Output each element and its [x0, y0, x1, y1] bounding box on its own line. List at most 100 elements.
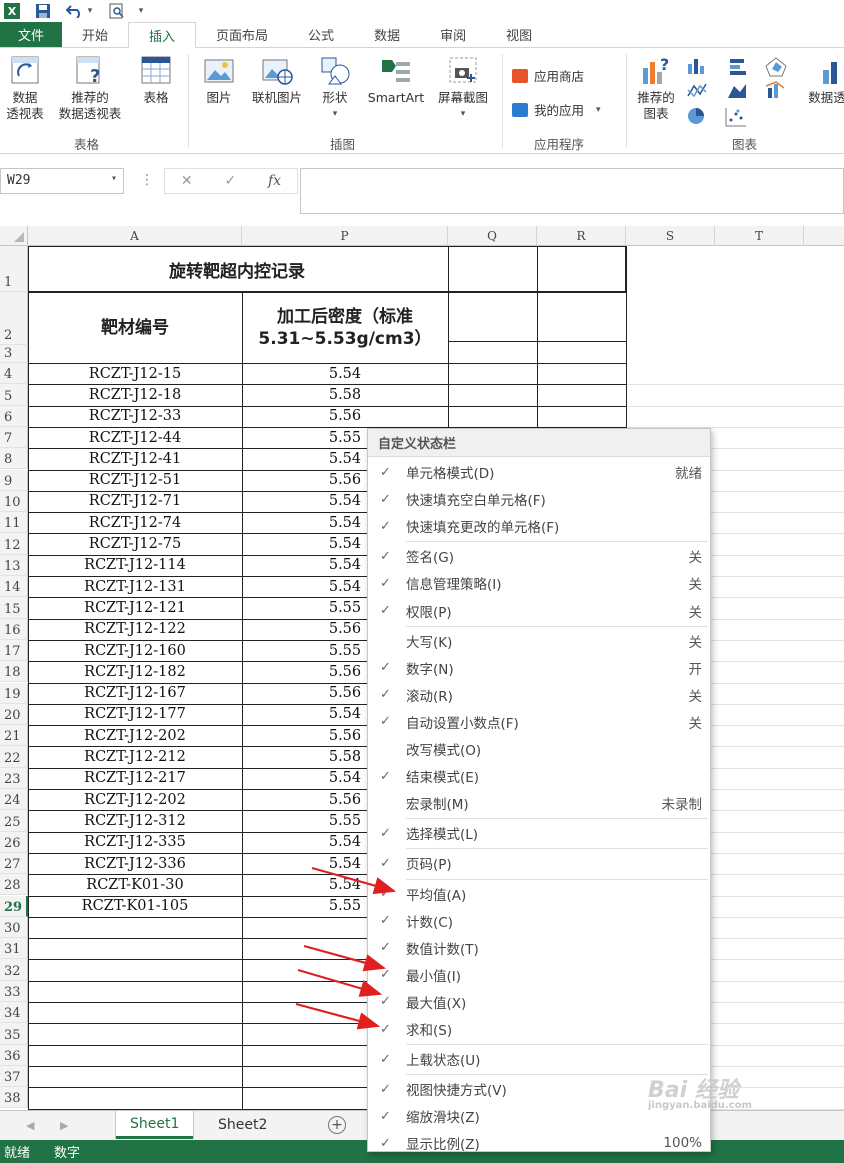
header-cell-density[interactable]: 加工后密度（标准 5.31~5.53g/cm3）: [242, 292, 448, 363]
sheet-tab-1[interactable]: Sheet1: [116, 1111, 194, 1139]
header-cell-target-id[interactable]: 靶材编号: [28, 292, 242, 363]
name-box[interactable]: W29 ▾: [0, 168, 124, 194]
menu-item[interactable]: ✓ 平均值(A): [368, 881, 710, 907]
cell-target-id[interactable]: RCZT-J12-44: [28, 427, 242, 448]
insert-function-icon[interactable]: fx: [268, 173, 281, 189]
cell-target-id[interactable]: RCZT-J12-131: [28, 576, 242, 597]
cell-target-id[interactable]: RCZT-J12-122: [28, 619, 242, 640]
sheet-tab-2[interactable]: Sheet2: [204, 1111, 281, 1139]
recommended-pivot-button[interactable]: ? 推荐的 数据透视表: [52, 54, 128, 122]
row-header[interactable]: 32: [0, 959, 28, 981]
menu-item[interactable]: ✓ 最小值(I): [368, 962, 710, 988]
sheet-prev-icon[interactable]: ◀: [26, 1119, 34, 1132]
menu-item[interactable]: ✓ 快速填充更改的单元格(F): [368, 513, 710, 539]
row-header[interactable]: 18: [0, 661, 28, 683]
menu-item[interactable]: 大写(K) 关: [368, 628, 710, 654]
customize-qat-icon[interactable]: ▾: [132, 2, 150, 20]
menu-item[interactable]: ✓ 结束模式(E): [368, 763, 710, 789]
row-header[interactable]: 7: [0, 426, 28, 449]
row-header[interactable]: 25: [0, 810, 28, 832]
menu-item[interactable]: ✓ 签名(G) 关: [368, 543, 710, 569]
cell-density[interactable]: 5.58: [242, 384, 448, 405]
formula-bar-handle-icon[interactable]: ⋮: [140, 172, 154, 188]
cell-target-id[interactable]: RCZT-J12-75: [28, 533, 242, 554]
menu-item[interactable]: ✓ 求和(S): [368, 1016, 710, 1042]
app-store-button[interactable]: 应用商店: [512, 66, 584, 85]
row-header-3[interactable]: 3: [0, 345, 28, 363]
tab-home[interactable]: 开始: [62, 22, 128, 47]
row-header-1[interactable]: 1: [0, 246, 28, 292]
sheet-next-icon[interactable]: ▶: [60, 1119, 68, 1132]
menu-item[interactable]: ✓ 选择模式(L): [368, 820, 710, 846]
cell-target-id[interactable]: RCZT-J12-15: [28, 363, 242, 384]
print-preview-icon[interactable]: [108, 2, 126, 20]
menu-item[interactable]: ✓ 数字(N) 开: [368, 655, 710, 681]
cell-target-id[interactable]: RCZT-J12-202: [28, 789, 242, 810]
picture-button[interactable]: 图片: [200, 54, 238, 106]
online-picture-button[interactable]: 联机图片: [246, 54, 308, 106]
cell-target-id[interactable]: RCZT-K01-30: [28, 874, 242, 895]
screenshot-button[interactable]: 屏幕截图 ▾: [432, 54, 494, 122]
cell-target-id[interactable]: RCZT-J12-167: [28, 683, 242, 704]
menu-item[interactable]: ✓ 上载状态(U): [368, 1046, 710, 1072]
column-header-a[interactable]: A: [28, 226, 242, 246]
tab-insert[interactable]: 插入: [128, 22, 197, 48]
cell-target-id[interactable]: RCZT-J12-18: [28, 384, 242, 405]
row-header[interactable]: 14: [0, 576, 28, 598]
cell-target-id[interactable]: RCZT-J12-202: [28, 725, 242, 746]
menu-item[interactable]: ✓ 权限(P) 关: [368, 598, 710, 624]
cell-target-id[interactable]: RCZT-J12-114: [28, 555, 242, 576]
column-header-q[interactable]: Q: [448, 226, 537, 246]
row-header-2[interactable]: 2: [0, 292, 28, 345]
column-header-p[interactable]: P: [242, 226, 448, 246]
row-header[interactable]: 33: [0, 980, 28, 1002]
save-icon[interactable]: [34, 2, 52, 20]
cell-target-id[interactable]: RCZT-J12-33: [28, 406, 242, 427]
row-header[interactable]: 23: [0, 767, 28, 789]
row-header[interactable]: 37: [0, 1065, 28, 1088]
cell-target-id[interactable]: RCZT-J12-41: [28, 448, 242, 469]
row-header[interactable]: 15: [0, 597, 28, 619]
cell-target-id[interactable]: RCZT-J12-212: [28, 746, 242, 767]
recommended-charts-button[interactable]: ? 推荐的 图表: [632, 54, 680, 122]
cell-target-id[interactable]: RCZT-K01-105: [28, 896, 242, 917]
pivot-chart-button[interactable]: 数据透: [804, 54, 844, 106]
select-all-corner[interactable]: [0, 226, 28, 246]
row-header[interactable]: 5: [0, 384, 28, 406]
row-header[interactable]: 9: [0, 469, 28, 491]
row-header[interactable]: 29: [0, 895, 28, 917]
tab-file[interactable]: 文件: [0, 22, 62, 47]
cell-target-id[interactable]: RCZT-J12-217: [28, 768, 242, 789]
menu-item[interactable]: 改写模式(O): [368, 736, 710, 762]
row-header[interactable]: 31: [0, 938, 28, 960]
row-header[interactable]: 36: [0, 1044, 28, 1066]
name-box-dropdown-icon[interactable]: ▾: [111, 173, 117, 184]
cell-target-id[interactable]: RCZT-J12-177: [28, 704, 242, 725]
row-header[interactable]: 6: [0, 405, 28, 427]
row-header[interactable]: 20: [0, 703, 28, 726]
menu-item[interactable]: ✓ 自动设置小数点(F) 关: [368, 709, 710, 735]
row-header[interactable]: 13: [0, 554, 28, 576]
cell-target-id[interactable]: RCZT-J12-74: [28, 512, 242, 533]
shapes-button[interactable]: 形状 ▾: [316, 54, 354, 122]
row-header[interactable]: 10: [0, 490, 28, 513]
column-header-r[interactable]: R: [537, 226, 626, 246]
menu-item[interactable]: ✓ 快速填充空白单元格(F): [368, 486, 710, 512]
cell-target-id[interactable]: RCZT-J12-312: [28, 810, 242, 831]
cell-density[interactable]: 5.54: [242, 363, 448, 384]
row-header[interactable]: 27: [0, 852, 28, 875]
cell-target-id[interactable]: RCZT-J12-121: [28, 597, 242, 618]
cell-target-id[interactable]: RCZT-J12-71: [28, 491, 242, 512]
smartart-button[interactable]: SmartArt: [364, 54, 428, 106]
cell-target-id[interactable]: RCZT-J12-182: [28, 661, 242, 682]
row-header[interactable]: 21: [0, 725, 28, 747]
formula-input[interactable]: [300, 168, 844, 214]
row-header[interactable]: 16: [0, 618, 28, 640]
cell-target-id[interactable]: RCZT-J12-51: [28, 470, 242, 491]
menu-item[interactable]: 宏录制(M) 未录制: [368, 790, 710, 816]
enter-icon[interactable]: ✓: [224, 173, 236, 189]
menu-item[interactable]: ✓ 计数(C): [368, 908, 710, 934]
cell-target-id[interactable]: RCZT-J12-336: [28, 853, 242, 874]
row-header[interactable]: 11: [0, 512, 28, 534]
add-sheet-icon[interactable]: +: [328, 1116, 346, 1134]
